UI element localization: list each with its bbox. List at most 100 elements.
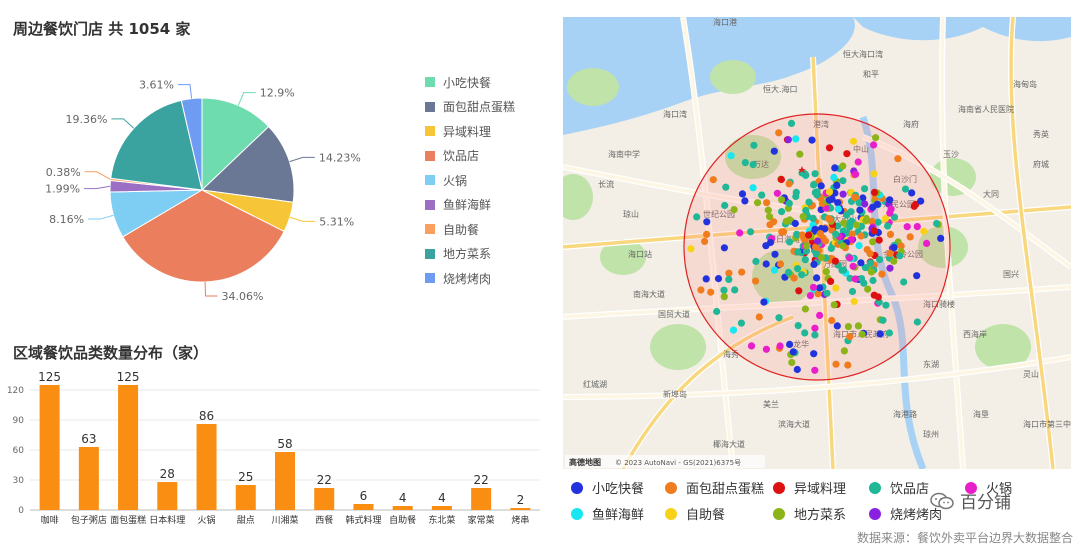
pie-legend-item-7[interactable]: 地方菜系: [425, 242, 515, 267]
store-dot: [811, 366, 819, 374]
pie-label-6: 0.38%: [46, 166, 81, 179]
store-dot: [827, 277, 835, 285]
pie-legend-item-6[interactable]: 自助餐: [425, 217, 515, 242]
map-place-label-11: 海南省人民医院: [958, 104, 1014, 114]
store-dot: [811, 331, 819, 339]
pie-legend-item-3[interactable]: 饮品店: [425, 144, 515, 169]
store-dot: [806, 292, 814, 300]
pie-legend-item-8[interactable]: 烧烤烤肉: [425, 266, 515, 291]
watermark: 百分铺: [930, 488, 1011, 513]
store-dot: [816, 230, 824, 238]
map-legend-item-6[interactable]: 自助餐: [665, 504, 725, 523]
store-dot: [763, 199, 771, 207]
store-dot: [777, 175, 785, 184]
store-dot: [720, 286, 728, 294]
bar-ytick-4: 120: [7, 386, 24, 396]
legend-swatch: [425, 273, 435, 284]
store-dot: [811, 170, 819, 178]
bar-value-3: 28: [160, 467, 175, 481]
bar-chart-title: 区域餐饮品类数量分布（家）: [13, 344, 209, 362]
store-dot: [825, 144, 834, 152]
store-dot: [720, 293, 728, 301]
map-legend-item-7[interactable]: 地方菜系: [773, 504, 846, 523]
pie-legend-item-0[interactable]: 小吃快餐: [425, 70, 515, 95]
store-dot: [749, 161, 757, 169]
store-dot: [886, 264, 894, 272]
store-dot: [854, 322, 862, 330]
store-dot: [811, 324, 819, 332]
bar-value-10: 4: [438, 491, 446, 505]
legend-label: 面包甜点蛋糕: [443, 100, 516, 115]
store-dot: [839, 190, 847, 198]
store-dot: [844, 361, 852, 369]
store-dot: [720, 244, 728, 252]
store-dot: [870, 227, 878, 235]
pie-leader-2: [289, 216, 316, 222]
store-dot: [703, 218, 711, 226]
bar-value-0: 125: [38, 370, 61, 384]
restaurant-map[interactable]: 海口港恒大海口湾海口湾长流恒大.海口万达港湾中山海府大英山金牛岭公园海南省人民医…: [563, 17, 1071, 469]
map-canvas[interactable]: 海口港恒大海口湾海口湾长流恒大.海口万达港湾中山海府大英山金牛岭公园海南省人民医…: [563, 17, 1071, 469]
map-legend-item-0[interactable]: 小吃快餐: [571, 478, 644, 497]
store-dot: [707, 288, 715, 296]
store-dot: [816, 284, 824, 292]
store-dot: [778, 208, 786, 216]
map-place-label-38: 新埠岛: [663, 389, 687, 399]
store-dot: [787, 119, 796, 127]
map-place-label-31: 红城湖: [583, 379, 607, 389]
legend-dot: [665, 507, 677, 520]
store-dot: [864, 285, 872, 293]
bar-8: [353, 504, 374, 510]
map-place-label-37: 美兰: [763, 399, 779, 409]
store-dot: [738, 190, 747, 198]
store-dot: [849, 262, 857, 270]
store-dot: [831, 257, 839, 265]
store-dot: [886, 230, 895, 238]
store-dot: [822, 268, 830, 276]
store-dot: [861, 200, 869, 208]
store-dot: [747, 342, 756, 350]
bar-category-12: 烤串: [511, 514, 529, 526]
store-dot: [762, 260, 770, 268]
legend-label: 小吃快餐: [443, 75, 492, 90]
legend-dot: [665, 481, 677, 494]
pie-label-8: 3.61%: [139, 79, 174, 92]
bar-category-0: 咖啡: [41, 514, 59, 526]
map-legend-item-3[interactable]: 饮品店: [869, 478, 929, 497]
map-place-label-1: 恒大海口湾: [843, 49, 883, 59]
pie-legend-item-2[interactable]: 异域料理: [425, 119, 515, 144]
bar-value-8: 6: [360, 489, 368, 503]
store-dot: [858, 330, 866, 338]
map-legend-item-1[interactable]: 面包甜点蛋糕: [665, 478, 764, 497]
legend-dot: [773, 481, 785, 494]
map-place-label-4: 恒大.海口: [763, 84, 798, 94]
pie-legend-item-4[interactable]: 火锅: [425, 168, 515, 193]
store-dot: [828, 316, 836, 325]
store-dot: [721, 201, 729, 210]
store-dot: [752, 277, 760, 285]
store-dot: [876, 330, 884, 338]
pie-chart-title: 周边餐饮门店 共 1054 家: [13, 20, 191, 38]
store-dot: [786, 340, 794, 348]
legend-swatch: [425, 101, 435, 112]
pie-legend-item-5[interactable]: 鱼鲜海鲜: [425, 193, 515, 218]
store-dot: [882, 301, 890, 309]
bar-value-11: 22: [474, 473, 489, 487]
store-dot: [810, 350, 818, 358]
map-place-label-20: 海甸岛: [1013, 79, 1037, 89]
store-dot: [870, 141, 878, 149]
store-dot: [827, 244, 835, 252]
store-dot: [755, 313, 763, 321]
map-legend-item-2[interactable]: 异域料理: [773, 478, 846, 497]
legend-label: 异域料理: [794, 482, 847, 497]
map-place-label-30: 海垦: [973, 409, 989, 419]
legend-label: 鱼鲜海鲜: [592, 508, 645, 523]
store-dot: [701, 237, 709, 245]
store-dot: [793, 365, 801, 374]
store-dot: [738, 268, 746, 276]
store-dot: [901, 185, 910, 193]
bar-value-6: 58: [277, 437, 292, 451]
map-legend-item-5[interactable]: 鱼鲜海鲜: [571, 504, 644, 523]
bar-category-11: 家常菜: [468, 514, 495, 526]
pie-legend-item-1[interactable]: 面包甜点蛋糕: [425, 95, 515, 120]
